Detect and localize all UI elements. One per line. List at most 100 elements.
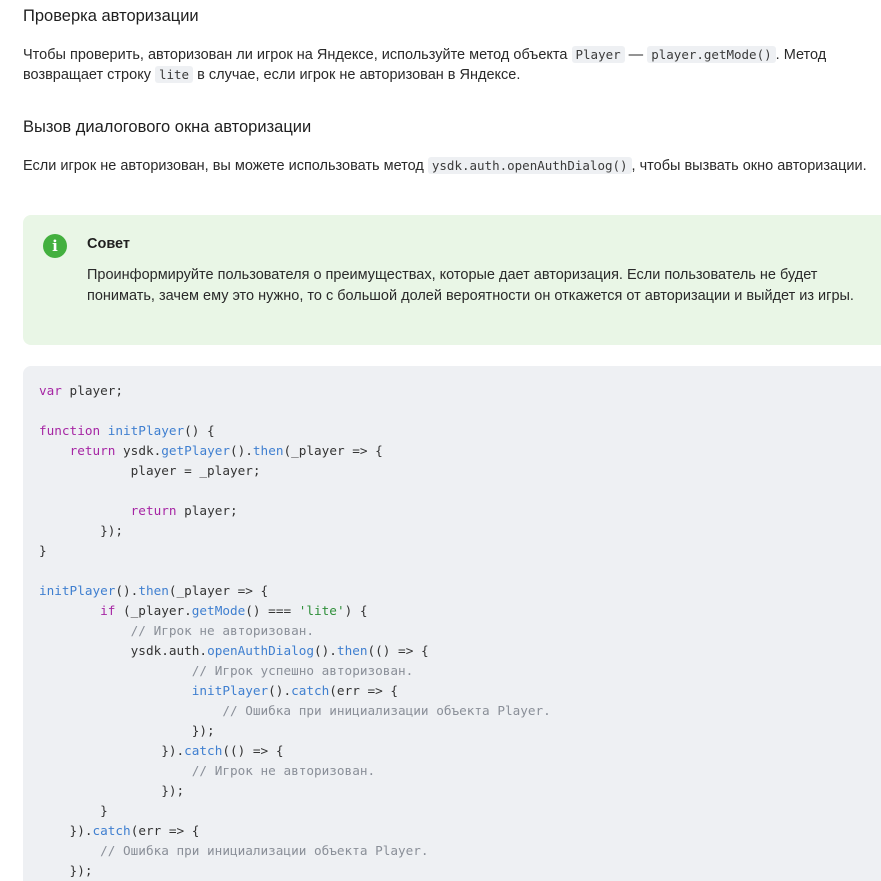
- doc-page: Проверка авторизации Чтобы проверить, ав…: [0, 0, 881, 881]
- code-function: then: [336, 643, 368, 658]
- code-line: }).catch(err => {: [39, 821, 551, 841]
- code-text: ().: [230, 443, 253, 458]
- code-text: (_player => {: [168, 583, 269, 598]
- code-function: catch: [184, 743, 223, 758]
- auth-check-text-2: —: [624, 47, 648, 63]
- code-line: return ysdk.getPlayer().then(_player => …: [39, 441, 551, 461]
- code-text: });: [39, 723, 215, 738]
- code-text: (err => {: [329, 683, 399, 698]
- code-text: });: [39, 783, 185, 798]
- code-text: player = _player;: [39, 463, 261, 478]
- code-comment: // Ошибка при инициализации объекта Play…: [100, 843, 429, 858]
- code-text: ) {: [344, 603, 368, 618]
- code-text: (() => {: [367, 643, 429, 658]
- code-text: (() => {: [222, 743, 284, 758]
- code-text: ().: [115, 583, 139, 598]
- code-text: });: [39, 863, 93, 878]
- inline-code-open-auth-dialog: ysdk.auth.openAuthDialog(): [427, 157, 632, 174]
- code-function: then: [252, 443, 284, 458]
- auth-dialog-text-1: Если игрок не авторизован, вы можете исп…: [23, 158, 428, 174]
- code-comment: // Игрок успешно авторизован.: [191, 663, 414, 678]
- code-line: player = _player;: [39, 461, 551, 481]
- code-line: });: [39, 721, 551, 741]
- code-text: () ===: [245, 603, 299, 618]
- code-function: getPlayer: [161, 443, 230, 458]
- code-text: ysdk.: [115, 443, 162, 458]
- code-text: ysdk.auth.: [39, 643, 208, 658]
- code-function: initPlayer: [107, 423, 185, 438]
- code-line: var player;: [39, 381, 551, 401]
- code-line: });: [39, 521, 551, 541]
- code-text: }: [39, 803, 108, 818]
- code-line: initPlayer().catch(err => {: [39, 681, 551, 701]
- code-block[interactable]: var player; function initPlayer() { retu…: [23, 366, 881, 881]
- code-text: (err => {: [130, 823, 200, 838]
- code-line: initPlayer().then(_player => {: [39, 581, 551, 601]
- inline-code-player: Player: [571, 46, 625, 63]
- section-title-auth-check: Проверка авторизации: [23, 7, 199, 25]
- code-comment: // Игрок не авторизован.: [191, 763, 376, 778]
- code-line: // Игрок успешно авторизован.: [39, 661, 551, 681]
- section-title-auth-dialog: Вызов диалогового окна авторизации: [23, 118, 312, 136]
- auth-check-text-1: Чтобы проверить, авторизован ли игрок на…: [23, 47, 572, 63]
- code-keyword: var: [39, 383, 62, 398]
- code-text: () {: [184, 423, 215, 438]
- code-text: }).: [39, 743, 185, 758]
- code-function: catch: [291, 683, 330, 698]
- code-keyword: return: [69, 443, 116, 458]
- code-text: (_player => {: [283, 443, 383, 458]
- auth-check-paragraph: Чтобы проверить, авторизован ли игрок на…: [23, 45, 873, 85]
- code-line: }: [39, 541, 551, 561]
- code-keyword: if: [100, 603, 116, 618]
- code-line: }).catch(() => {: [39, 741, 551, 761]
- auth-dialog-paragraph: Если игрок не авторизован, вы можете исп…: [23, 156, 873, 176]
- code-function: getMode: [191, 603, 246, 618]
- code-comment: // Ошибка при инициализации объекта Play…: [222, 703, 551, 718]
- info-icon: i: [43, 234, 67, 258]
- code-line: // Ошибка при инициализации объекта Play…: [39, 701, 551, 721]
- code-function: initPlayer: [191, 683, 269, 698]
- code-line: // Игрок не авторизован.: [39, 621, 551, 641]
- code-string: 'lite': [298, 603, 345, 618]
- code-text: }: [39, 543, 47, 558]
- code-text: player;: [61, 383, 124, 398]
- code-content: var player; function initPlayer() { retu…: [39, 381, 551, 881]
- code-line: });: [39, 861, 551, 881]
- code-line: ysdk.auth.openAuthDialog().then(() => {: [39, 641, 551, 661]
- code-text: player;: [176, 503, 238, 518]
- code-text: ().: [268, 683, 292, 698]
- inline-code-lite: lite: [154, 66, 194, 83]
- code-line: // Игрок не авторизован.: [39, 761, 551, 781]
- code-line: if (_player.getMode() === 'lite') {: [39, 601, 551, 621]
- code-line: return player;: [39, 501, 551, 521]
- code-line: }: [39, 801, 551, 821]
- code-line: });: [39, 781, 551, 801]
- code-comment: // Игрок не авторизован.: [130, 623, 314, 638]
- code-function: catch: [92, 823, 131, 838]
- code-text: ().: [314, 643, 337, 658]
- code-line: function initPlayer() {: [39, 421, 551, 441]
- tip-callout: i Совет Проинформируйте пользователя о п…: [23, 215, 881, 345]
- auth-check-text-4: в случае, если игрок не авторизован в Ян…: [193, 67, 521, 83]
- code-function: openAuthDialog: [207, 643, 315, 658]
- inline-code-getmode: player.getMode(): [647, 46, 776, 63]
- code-text: }).: [39, 823, 93, 838]
- code-text: (_player.: [115, 603, 192, 618]
- code-keyword: function: [39, 423, 101, 438]
- code-line: // Ошибка при инициализации объекта Play…: [39, 841, 551, 861]
- auth-dialog-text-2: , чтобы вызвать окно авторизации.: [631, 158, 867, 174]
- code-keyword: return: [130, 503, 177, 518]
